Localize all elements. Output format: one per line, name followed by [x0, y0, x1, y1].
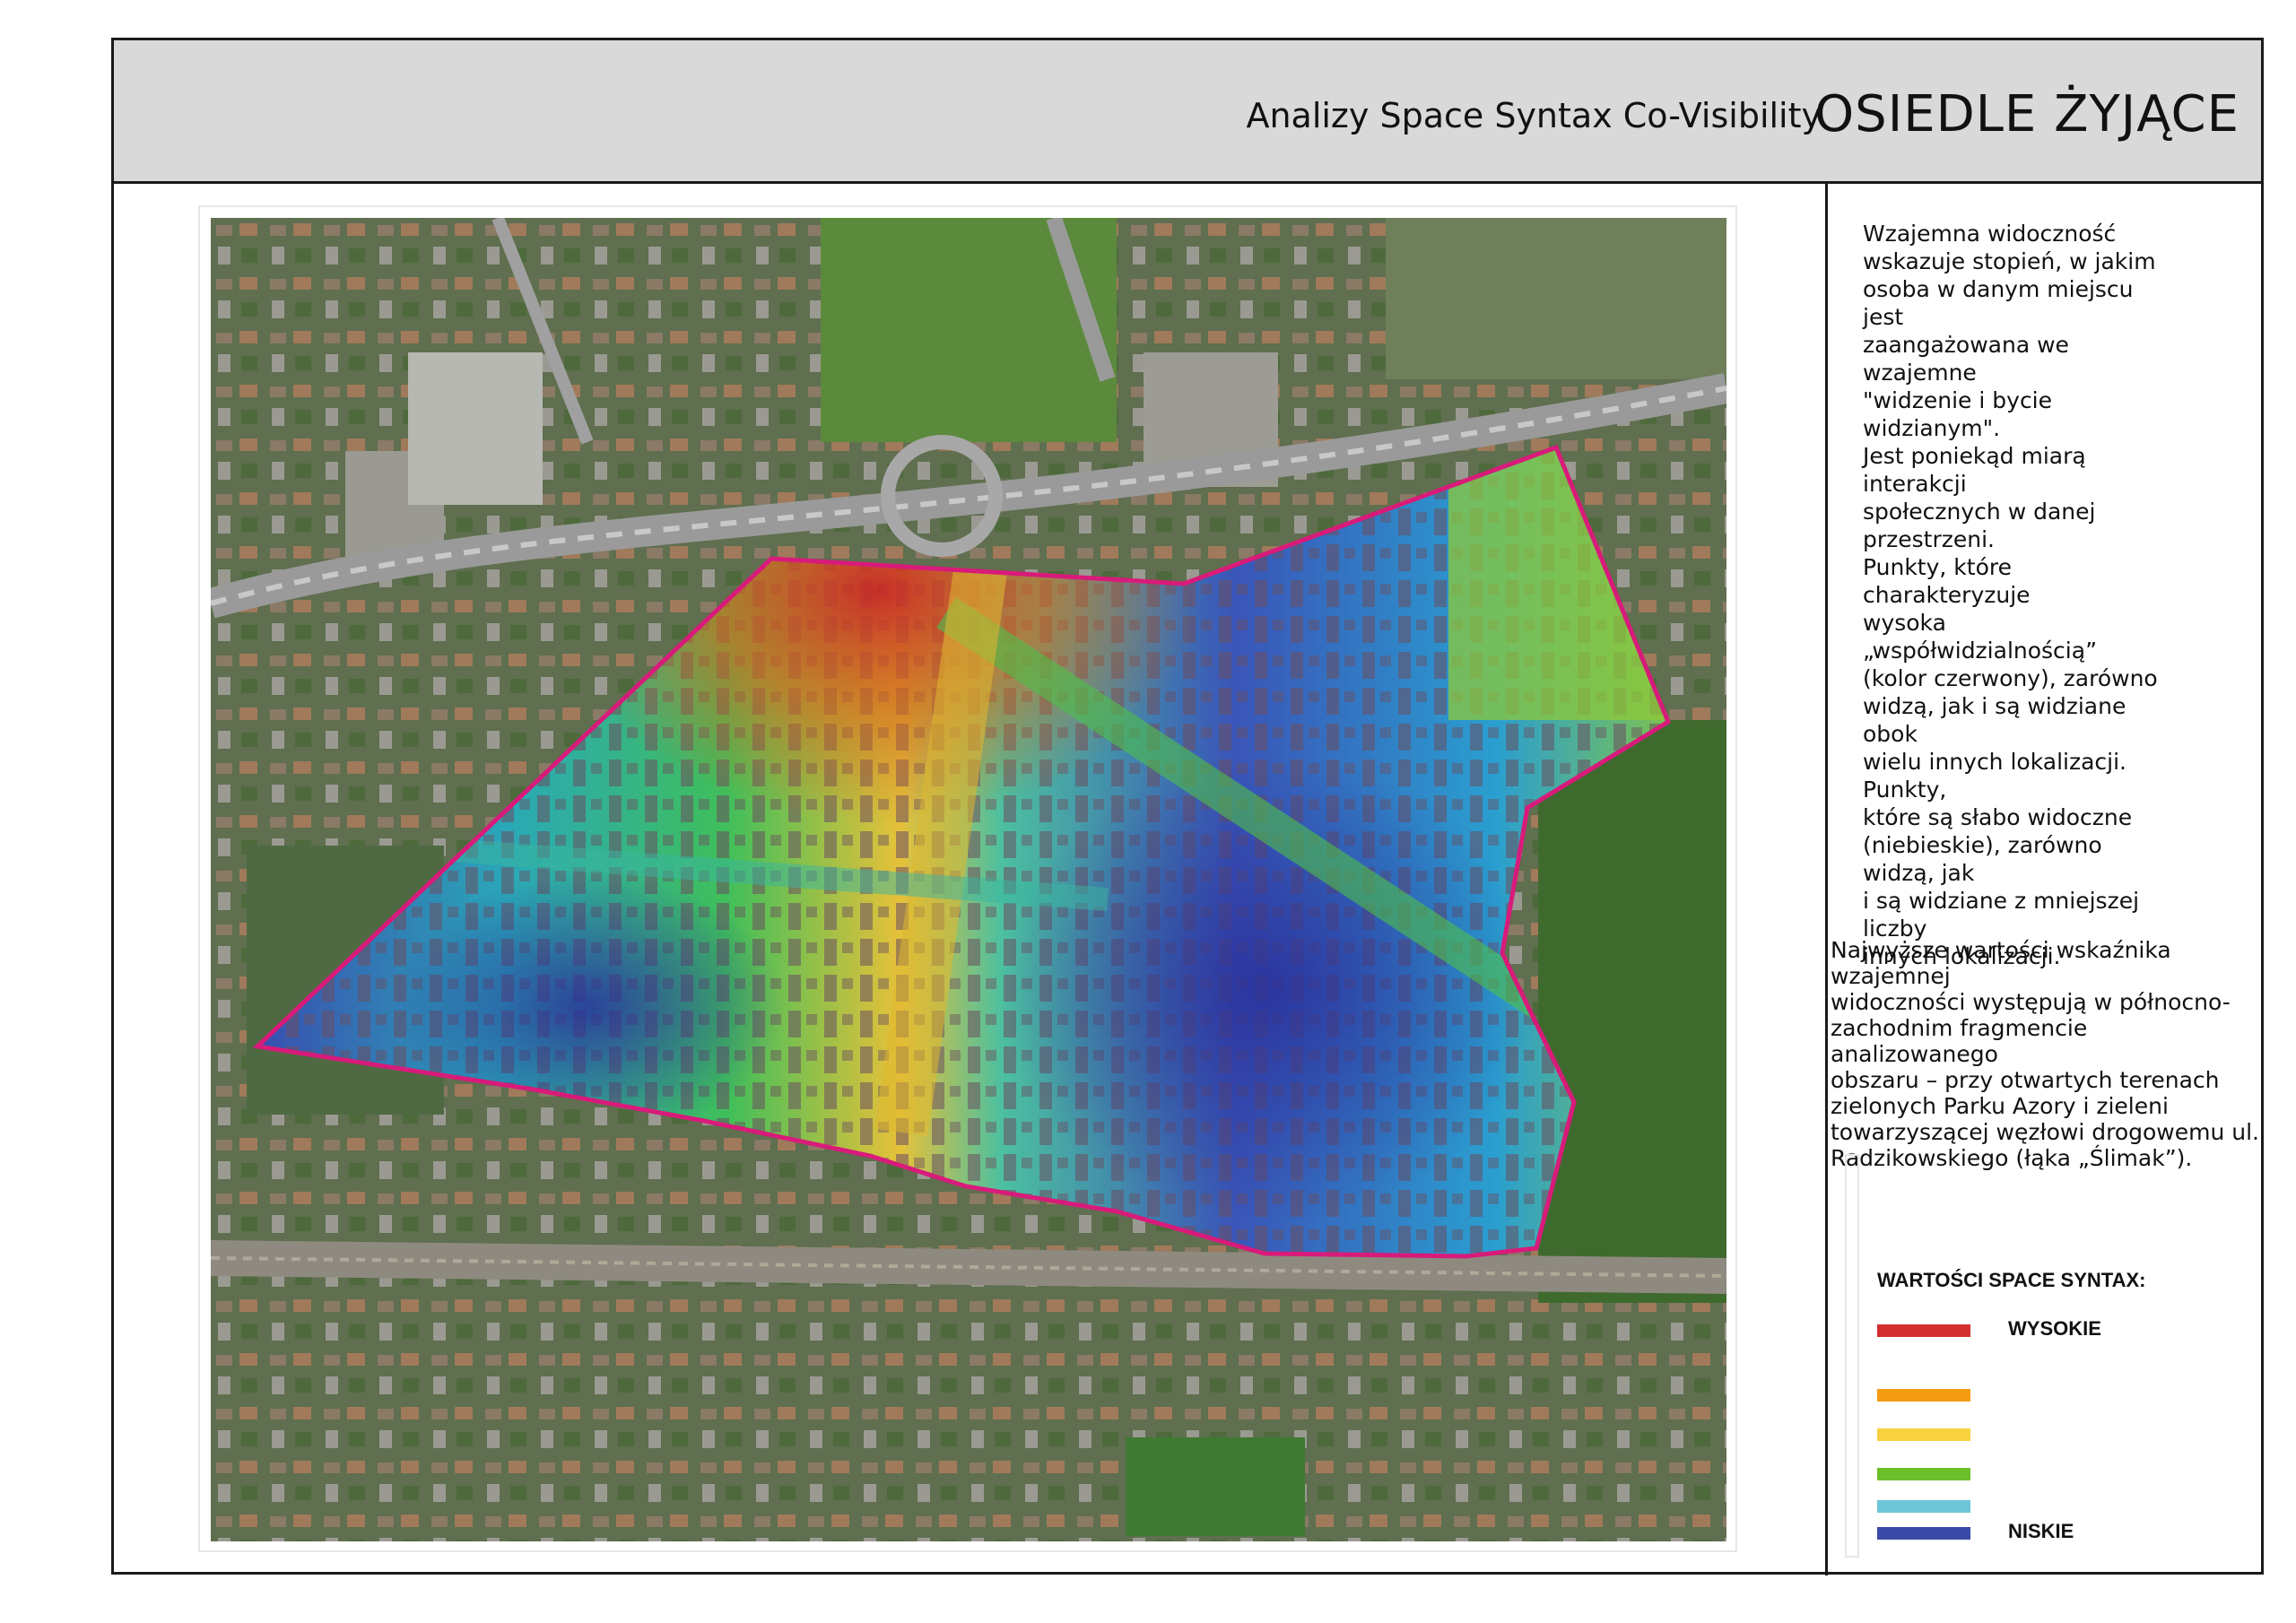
- legend-swatch-blue: [1877, 1527, 1970, 1540]
- legend-swatch-red: [1877, 1324, 1970, 1337]
- legend-swatch-yellow: [1877, 1428, 1970, 1441]
- header-bar: Analizy Space Syntax Co-Visibility OSIED…: [114, 40, 2261, 184]
- legend-title: WARTOŚCI SPACE SYNTAX:: [1877, 1269, 2146, 1291]
- findings-note: Najwyższe wartości wskaźnika wzajemnej w…: [1831, 937, 2260, 1171]
- map-panel: [198, 205, 1737, 1552]
- legend-scrollbar: [1845, 1154, 1859, 1558]
- legend-swatch-orange: [1877, 1389, 1970, 1402]
- legend-swatch-lightblue: [1877, 1500, 1970, 1513]
- header-title: OSIEDLE ŻYJĄCE: [1814, 85, 2239, 143]
- legend-label-low: NISKIE: [2008, 1520, 2074, 1542]
- legend-swatch-green: [1877, 1468, 1970, 1480]
- sidebar-divider: [1825, 184, 1828, 1575]
- aerial-map-icon: [211, 218, 1726, 1541]
- description-text: Wzajemna widoczność wskazuje stopień, w …: [1863, 221, 2158, 969]
- header-subtitle: Analizy Space Syntax Co-Visibility: [1246, 96, 1822, 135]
- poster-frame: Analizy Space Syntax Co-Visibility OSIED…: [111, 38, 2264, 1575]
- legend-label-high: WYSOKIE: [2008, 1317, 2101, 1340]
